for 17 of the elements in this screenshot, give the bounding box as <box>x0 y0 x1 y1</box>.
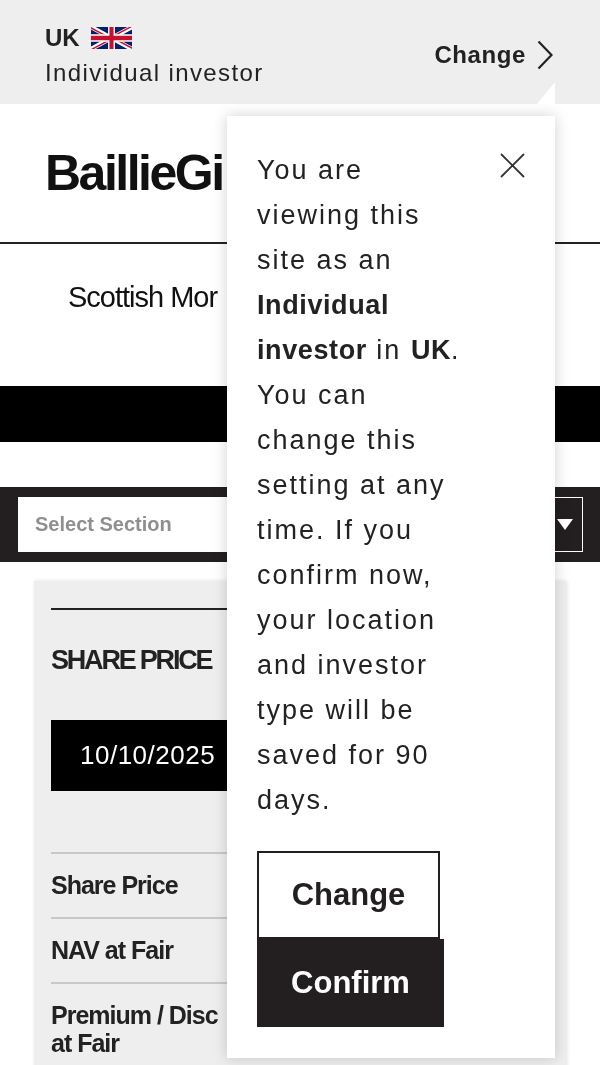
close-icon[interactable] <box>500 153 525 178</box>
change-link[interactable]: Change <box>434 40 553 70</box>
caret-icon <box>557 519 573 530</box>
row-label: Share Price <box>51 871 179 899</box>
secondary-button[interactable]: Change <box>257 851 440 939</box>
panel-title: SHARE PRICE <box>51 645 212 675</box>
investor-type-label: Individual investor <box>45 58 264 88</box>
row-label: NAV at Fair <box>51 936 175 964</box>
flag-icon <box>90 27 132 49</box>
chevron-right-icon <box>537 40 553 70</box>
fund-name: Scottish Mor <box>68 281 218 313</box>
primary-button[interactable]: Confirm <box>257 939 444 1027</box>
country-label: UK <box>45 24 80 52</box>
brand-logo[interactable]: BaillieGi <box>45 148 223 198</box>
row-label: Premium / Disc at Fair <box>51 1001 219 1057</box>
price-date: 10/10/2025 <box>51 720 227 791</box>
popover-message: You are viewing this site as an Individual investor in UK. You can change this setting at any time. If you confirm now, your location and investor type will be saved for 90 days. <box>257 154 462 817</box>
